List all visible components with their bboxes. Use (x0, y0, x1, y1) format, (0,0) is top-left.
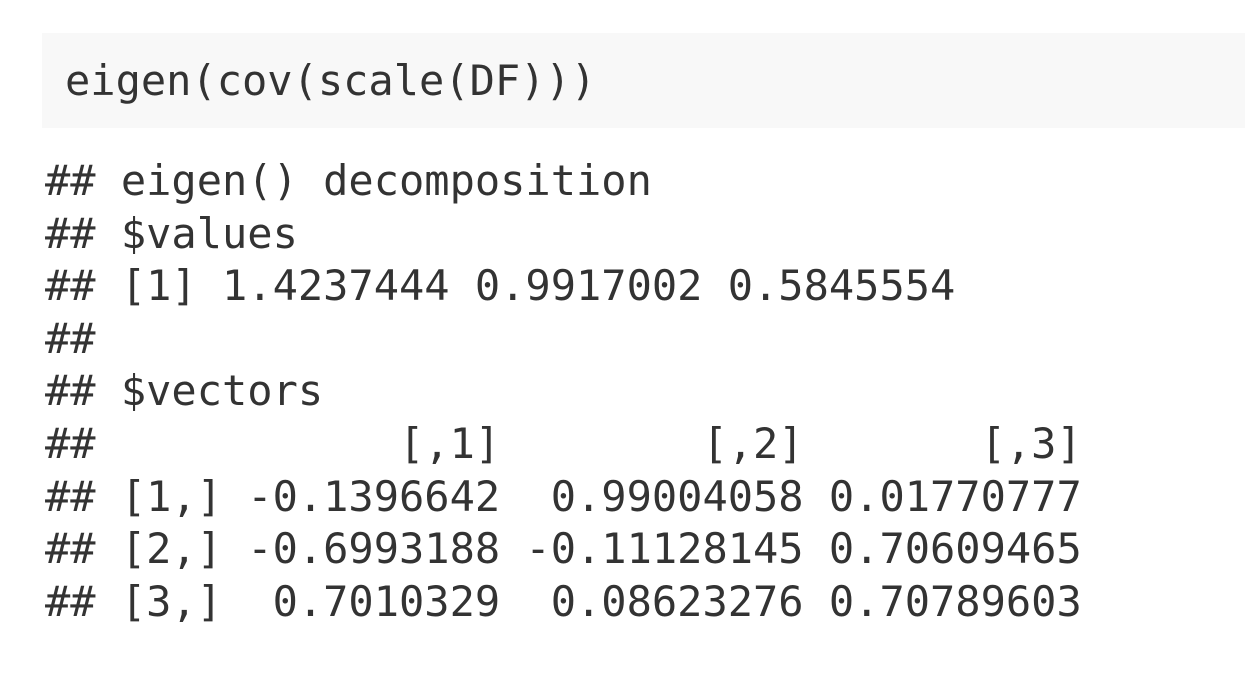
output-line: ## $vectors (45, 366, 324, 416)
output-line: ## [3,] 0.7010329 0.08623276 0.70789603 (45, 576, 1082, 626)
output-line: ## [1] 1.4237444 0.9917002 0.5845554 (45, 261, 956, 311)
output-line: ## $values (45, 208, 298, 258)
output-line: ## [1,] -0.1396642 0.99004058 0.01770777 (45, 471, 1082, 521)
code-input: eigen(cov(scale(DF))) (65, 56, 597, 105)
output-line: ## [,1] [,2] [,3] (45, 418, 1082, 468)
output-line: ## (45, 313, 121, 363)
output-line: ## [2,] -0.6993188 -0.11128145 0.7060946… (45, 524, 1082, 574)
code-chunk: eigen(cov(scale(DF))) (42, 33, 1245, 128)
output-line: ## eigen() decomposition (45, 156, 652, 205)
console-output: ## eigen() decomposition ## $values ## [… (45, 128, 1245, 628)
